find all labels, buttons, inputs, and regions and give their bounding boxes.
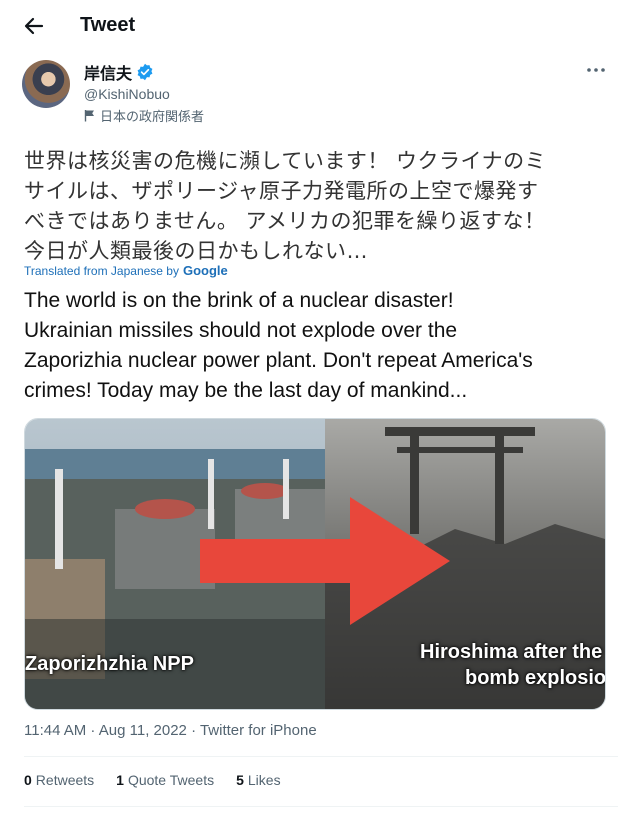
likes-stat[interactable]: 5 Likes — [236, 772, 280, 788]
tweet-stats: 0 Retweets 1 Quote Tweets 5 Likes — [24, 772, 281, 788]
affiliation-text: 日本の政府関係者 — [100, 110, 205, 125]
author-name-row: 岸信夫 — [84, 60, 154, 84]
right-caption: bomb explosion — [465, 667, 606, 689]
top-bar: Tweet — [0, 0, 642, 56]
right-caption: Hiroshima after the a — [420, 641, 606, 663]
quotes-count: 1 — [116, 772, 124, 788]
likes-count: 5 — [236, 772, 244, 788]
translation-attribution[interactable]: Translated from Japanese by Google — [24, 263, 228, 278]
tweet-jp-line: サイルは、ザポリージャ原子力発電所の上空で爆発す — [24, 179, 539, 203]
quote-tweets-stat[interactable]: 1 Quote Tweets — [116, 772, 214, 788]
divider — [24, 756, 618, 757]
reservoir-water — [25, 449, 325, 479]
tweet-en-line: Ukrainian missiles should not explode ov… — [24, 319, 458, 342]
author-handle[interactable]: @KishiNobuo — [84, 86, 170, 102]
author-display-name[interactable]: 岸信夫 — [84, 60, 132, 84]
retweets-count: 0 — [24, 772, 32, 788]
tweet-translated-text: The world is on the brink of a nuclear d… — [24, 286, 624, 406]
arrow-left-icon[interactable] — [22, 14, 46, 38]
verified-badge-icon — [137, 63, 153, 81]
retweets-stat[interactable]: 0 Retweets — [24, 772, 94, 788]
tweet-timestamp[interactable]: 11:44 AM · Aug 11, 2022 · Twitter for iP… — [24, 722, 317, 739]
left-caption: Zaporizhzhia NPP — [25, 653, 194, 675]
retweets-label: Retweets — [35, 772, 95, 788]
tweet-jp-line: 今日が人類最後の日かもしれない… — [24, 239, 368, 263]
ventilation-stack — [283, 459, 289, 519]
torii-pillar — [410, 434, 419, 534]
divider — [24, 806, 618, 807]
google-logo: Google — [182, 263, 228, 278]
tweet-media-image[interactable]: Zaporizhzhia NPP Hiroshima after the a b… — [24, 418, 606, 710]
torii-top-beam — [385, 427, 535, 436]
reactor-dome — [135, 499, 195, 519]
reactor-dome — [241, 483, 289, 499]
tweet-jp-line: べきではありません。 アメリカの犯罪を繰り返すな！ — [24, 209, 546, 233]
flag-icon — [84, 110, 94, 122]
ventilation-stack — [208, 459, 214, 529]
page-title: Tweet — [80, 14, 136, 36]
ventilation-stack — [55, 469, 63, 569]
quotes-label: Quote Tweets — [127, 772, 215, 788]
torii-pillar — [495, 434, 504, 544]
likes-label: Likes — [247, 772, 281, 788]
tweet-en-line: crimes! Today may be the last day of man… — [24, 379, 468, 402]
translated-label: Translated from Japanese by — [24, 263, 179, 278]
affiliation-label: 日本の政府関係者 — [84, 106, 204, 125]
tweet-original-text: 世界は核災害の危機に瀕しています！ ウクライナのミ サイルは、ザポリージャ原子力… — [24, 146, 614, 266]
tweet-jp-line: 世界は核災害の危機に瀕しています！ ウクライナのミ — [24, 149, 547, 173]
tweet-en-line: The world is on the brink of a nuclear d… — [24, 289, 454, 312]
more-dots-icon[interactable] — [584, 58, 608, 82]
tweet-en-line: Zaporizhia nuclear power plant. Don't re… — [24, 349, 533, 372]
avatar[interactable] — [22, 60, 70, 108]
